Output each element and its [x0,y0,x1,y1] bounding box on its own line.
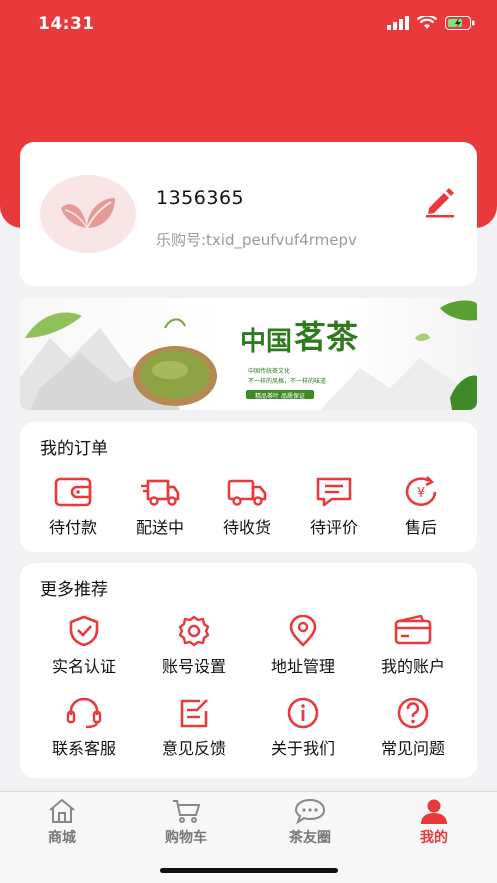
truck-icon [227,479,267,506]
wallet-icon [54,477,92,507]
tab-cart[interactable]: 购物车 [141,798,231,847]
shop-icon [49,798,75,823]
tab-label: 茶友圈 [289,830,331,846]
edit-note-icon [180,699,208,728]
question-icon [397,697,429,729]
more-item-label: 地址管理 [270,657,335,676]
tab-label: 我的 [420,830,448,846]
comment-icon [316,477,352,507]
tab-mine[interactable]: 我的 [389,798,479,847]
leaf-logo-icon [61,198,115,229]
order-to-review[interactable]: 待评价 [289,476,379,538]
shield-check-icon [69,615,99,647]
delivery-truck-icon [141,479,180,506]
headset-icon [66,697,102,729]
chat-bubble-icon [294,798,326,824]
faq[interactable]: 常见问题 [368,697,458,759]
order-after-sale[interactable]: ¥ 售后 [376,476,466,538]
edit-profile-icon[interactable] [423,184,457,218]
real-name-auth[interactable]: 实名认证 [39,615,129,677]
tab-shop[interactable]: 商城 [17,798,107,847]
banner-subtitle-1: 中国传统茶文化 [248,368,291,375]
svg-text:¥: ¥ [417,486,425,501]
order-item-label: 待评价 [309,518,358,537]
banner-title: 中国 茗茶 [240,312,358,358]
gear-icon [178,615,210,647]
location-pin-icon [289,615,317,647]
more-item-label: 关于我们 [270,739,335,758]
after-sale-icon: ¥ [405,476,437,506]
more-card: 更多推荐 实名认证 账号设置 地址管理 我的账户 联系客服 意见反馈 关于我们 … [20,563,477,778]
order-item-label: 待收货 [222,518,271,537]
contact-support[interactable]: 联系客服 [39,697,129,759]
more-item-label: 联系客服 [51,739,116,758]
order-to-receive[interactable]: 待收货 [202,476,292,538]
banner-title-1: 中国 [240,327,293,357]
order-pending-payment[interactable]: 待付款 [28,476,118,538]
user-id: 乐购号:txid_peufvuf4rmepv [156,231,357,249]
tab-label: 购物车 [165,830,207,846]
banner-subtitle-2: 不一样的风格，不一样的味道 [248,378,327,385]
order-item-label: 售后 [404,518,437,537]
status-time: 14:31 [38,14,95,34]
tea-banner[interactable]: 中国 茗茶 中国传统茶文化 不一样的风格，不一样的味道 精品茶叶 品质保证 [20,298,477,410]
more-item-label: 实名认证 [51,657,116,676]
battery-icon [445,16,475,30]
home-indicator [160,868,338,873]
tab-tea-circle[interactable]: 茶友圈 [265,798,355,847]
feedback[interactable]: 意见反馈 [149,697,239,759]
order-shipping[interactable]: 配送中 [115,476,205,538]
address-management[interactable]: 地址管理 [258,615,348,677]
person-icon [421,799,447,824]
more-item-label: 我的账户 [380,657,445,676]
info-icon [287,697,319,729]
more-item-label: 意见反馈 [161,739,226,758]
order-item-label: 待付款 [48,518,97,537]
banner-tag: 精品茶叶 品质保证 [255,393,305,400]
avatar[interactable] [40,175,136,253]
order-item-label: 配送中 [135,518,184,537]
more-item-label: 账号设置 [161,657,226,676]
profile-card: 1356365 乐购号:txid_peufvuf4rmepv [20,142,477,286]
more-item-label: 常见问题 [380,739,445,758]
more-title: 更多推荐 [40,580,108,600]
banner-title-2: 茗茶 [294,318,359,356]
account-settings[interactable]: 账号设置 [149,615,239,677]
username: 1356365 [156,187,245,209]
orders-title: 我的订单 [40,439,108,459]
wifi-icon [417,16,437,29]
tab-label: 商城 [48,830,76,846]
orders-card: 我的订单 待付款 配送中 待收货 待评价 ¥ 售后 [20,422,477,552]
card-icon [394,615,432,645]
my-account[interactable]: 我的账户 [368,615,458,677]
cart-icon [173,800,201,823]
signal-icon [387,16,409,30]
status-bar: 14:31 [0,0,497,50]
about-us[interactable]: 关于我们 [258,697,348,759]
